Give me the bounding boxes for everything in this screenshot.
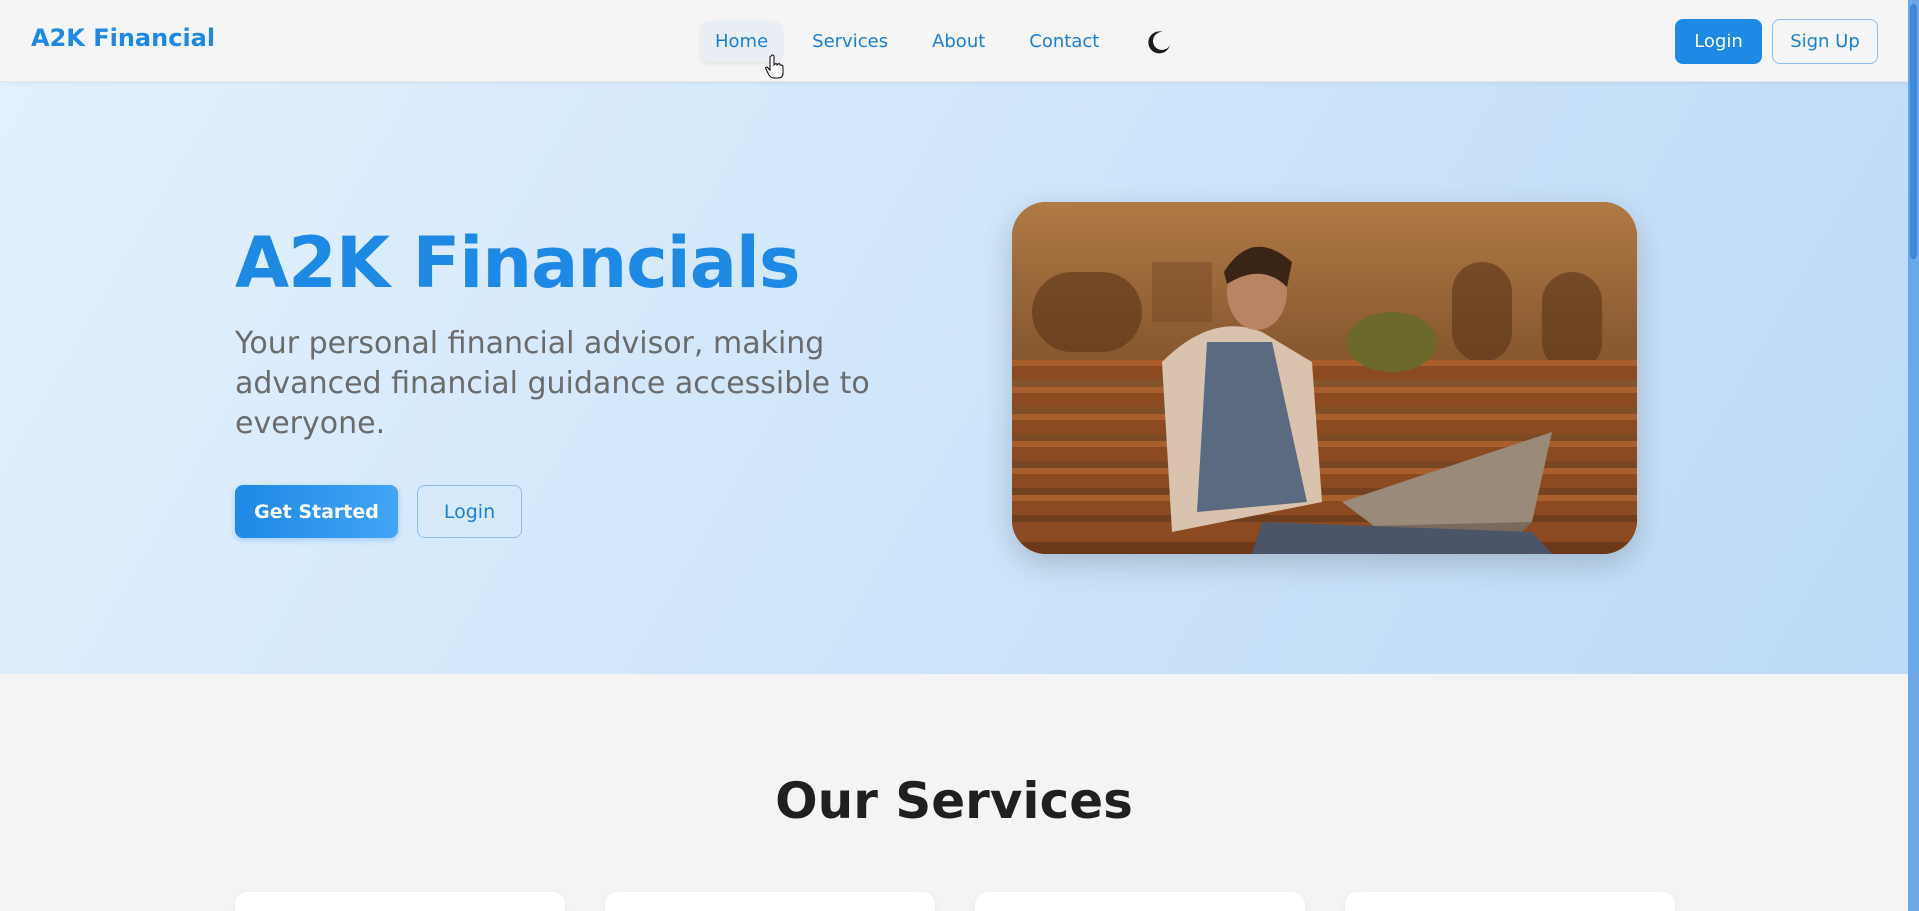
signup-button[interactable]: Sign Up [1772,19,1878,64]
get-started-button[interactable]: Get Started [235,485,398,538]
brand-logo-text[interactable]: A2K Financial [31,24,215,52]
hero-login-button[interactable]: Login [417,485,522,538]
navbar: A2K Financial Home Services About Contac… [0,0,1908,82]
hero-section: A2K Financials Your personal financial a… [0,82,1908,674]
hero-title: A2K Financials [235,222,801,304]
moon-icon[interactable] [1145,28,1173,56]
nav-link-services[interactable]: Services [798,21,902,62]
hero-subtitle: Your personal financial advisor, making … [235,326,870,441]
service-card[interactable] [605,892,935,911]
login-button[interactable]: Login [1675,19,1762,64]
service-card[interactable] [235,892,565,911]
hand-cursor-icon [765,54,785,80]
service-card[interactable] [975,892,1305,911]
hero-image [1012,202,1637,554]
nav-link-contact[interactable]: Contact [1015,21,1113,62]
scrollbar-thumb[interactable] [1910,4,1917,259]
service-card[interactable] [1345,892,1675,911]
services-title: Our Services [775,772,1133,830]
nav-link-about[interactable]: About [918,21,999,62]
